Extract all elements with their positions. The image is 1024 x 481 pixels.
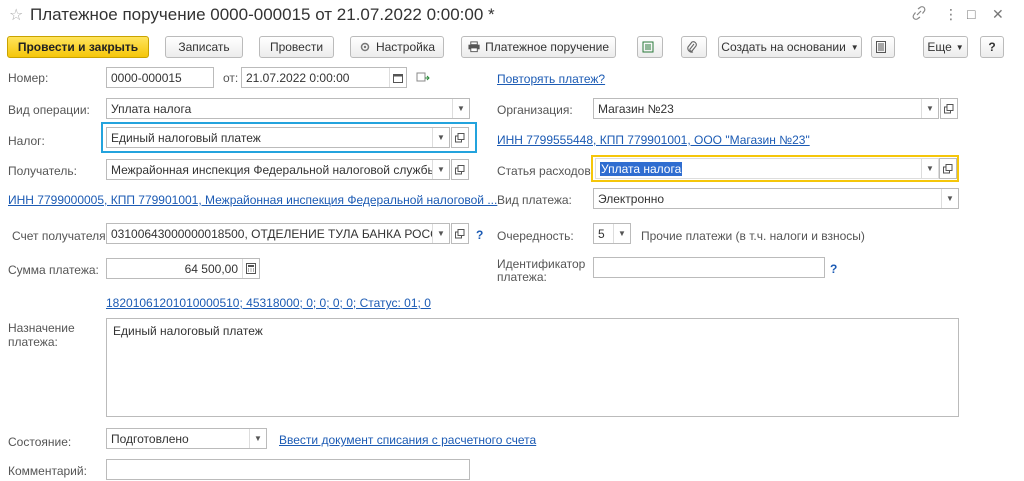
date-value: 21.07.2022 0:00:00 (246, 70, 350, 85)
recipient-value: Межрайонная инспекция Федеральной налого… (111, 162, 432, 177)
close-icon[interactable]: ✕ (992, 6, 1004, 23)
payment-type-select[interactable]: Электронно ▼ (593, 188, 959, 209)
help-button[interactable]: ? (980, 36, 1004, 58)
open-recipient-icon[interactable] (451, 159, 469, 180)
post-button[interactable]: Провести (259, 36, 334, 58)
repeat-payment-link[interactable]: Повторять платеж? (497, 72, 605, 86)
chevron-down-icon[interactable]: ▼ (452, 99, 469, 118)
recipient-account-value: 03100643000000018500, ОТДЕЛЕНИЕ ТУЛА БАН… (111, 226, 432, 241)
chevron-down-icon[interactable]: ▼ (432, 224, 449, 243)
organization-inn-link[interactable]: ИНН 7799555448, КПП 779901001, ООО "Мага… (497, 133, 810, 147)
chevron-down-icon[interactable]: ▼ (432, 128, 449, 147)
structure-icon (642, 41, 653, 53)
gear-icon (360, 42, 370, 52)
settings-label: Настройка (375, 40, 436, 54)
recipient-label: Получатель: (8, 164, 77, 178)
structure-button[interactable] (637, 36, 663, 58)
kbk-details-link[interactable]: 18201061201010000510; 45318000; 0; 0; 0;… (106, 296, 431, 310)
calculator-icon[interactable] (242, 259, 259, 278)
post-and-close-button[interactable]: Провести и закрыть (7, 36, 149, 58)
expense-item-value: Уплата налога (600, 161, 683, 176)
more-vertical-icon[interactable]: ⋮ (944, 6, 958, 23)
priority-label: Очередность: (497, 229, 574, 243)
recipient-account-select[interactable]: 03100643000000018500, ОТДЕЛЕНИЕ ТУЛА БАН… (106, 223, 450, 244)
chevron-down-icon[interactable]: ▼ (921, 99, 938, 118)
open-tax-icon[interactable] (451, 127, 469, 148)
date-field[interactable]: 21.07.2022 0:00:00 (241, 67, 407, 88)
expense-item-select[interactable]: Уплата налога ▼ (595, 158, 939, 179)
more-label: Еще (927, 40, 952, 54)
tax-select[interactable]: Единый налоговый платеж ▼ (106, 127, 450, 148)
settings-button[interactable]: Настройка (350, 36, 444, 58)
chevron-down-icon[interactable]: ▼ (941, 189, 958, 208)
organization-select[interactable]: Магазин №23 ▼ (593, 98, 939, 119)
attach-button[interactable] (681, 36, 707, 58)
priority-select[interactable]: 5 ▼ (593, 223, 631, 244)
recipient-inn-link[interactable]: ИНН 7799000005, КПП 779901001, Межрайонн… (8, 193, 497, 207)
number-label: Номер: (8, 71, 49, 85)
priority-description: Прочие платежи (в т.ч. налоги и взносы) (641, 229, 865, 243)
link-icon[interactable] (912, 6, 926, 23)
purpose-textarea[interactable]: Единый налоговый платеж (106, 318, 959, 417)
identifier-input[interactable] (593, 257, 825, 278)
tax-label: Налог: (8, 134, 45, 148)
payment-type-value: Электронно (598, 191, 665, 206)
operation-type-select[interactable]: Уплата налога ▼ (106, 98, 470, 119)
open-account-icon[interactable] (451, 223, 469, 244)
chevron-down-icon[interactable]: ▼ (432, 160, 449, 179)
payment-order-print-button[interactable]: Платежное поручение (461, 36, 616, 58)
identifier-label-line2: платежа: (497, 270, 547, 284)
identifier-label: Идентификатор платежа: (497, 258, 585, 284)
calendar-icon[interactable] (389, 68, 406, 87)
payment-type-label: Вид платежа: (497, 193, 572, 207)
purpose-label-line2: платежа: (8, 335, 58, 349)
maximize-icon[interactable]: □ (967, 6, 975, 22)
enter-writeoff-link[interactable]: Ввести документ списания с расчетного сч… (279, 433, 536, 447)
more-button[interactable]: Еще ▼ (923, 36, 968, 58)
chevron-down-icon: ▼ (955, 42, 964, 52)
open-expense-item-icon[interactable] (939, 158, 957, 179)
expense-item-label: Статья расходов: (497, 164, 595, 178)
chevron-down-icon[interactable]: ▼ (921, 159, 938, 178)
payment-order-label: Платежное поручение (485, 40, 609, 54)
tax-value: Единый налоговый платеж (111, 130, 261, 145)
identifier-help-icon[interactable]: ? (830, 262, 837, 276)
paperclip-icon (686, 40, 697, 53)
status-label: Состояние: (8, 435, 72, 449)
status-value: Подготовлено (111, 431, 189, 446)
amount-value: 64 500,00 (184, 261, 238, 276)
number-value: 0000-000015 (111, 70, 182, 85)
organization-label: Организация: (497, 103, 573, 117)
save-button[interactable]: Записать (165, 36, 243, 58)
organization-value: Магазин №23 (598, 101, 674, 116)
create-based-on-label: Создать на основании (721, 40, 846, 54)
status-select[interactable]: Подготовлено ▼ (106, 428, 267, 449)
recipient-account-label: Счет получателя: (12, 229, 109, 243)
purpose-label-line1: Назначение (8, 321, 75, 335)
date-label: от: (223, 71, 239, 85)
window-title: Платежное поручение 0000-000015 от 21.07… (30, 5, 495, 24)
recipient-select[interactable]: Межрайонная инспекция Федеральной налого… (106, 159, 450, 180)
purpose-label: Назначение платежа: (8, 321, 75, 349)
chevron-down-icon: ▼ (850, 42, 859, 52)
list-button[interactable] (871, 36, 895, 58)
favorite-star-icon[interactable]: ☆ (9, 5, 23, 25)
chevron-down-icon[interactable]: ▼ (613, 224, 630, 243)
printer-icon (468, 41, 480, 53)
chevron-down-icon[interactable]: ▼ (249, 429, 266, 448)
account-help-icon[interactable]: ? (476, 228, 483, 242)
operation-type-value: Уплата налога (111, 101, 192, 116)
amount-label: Сумма платежа: (8, 263, 99, 277)
amount-field[interactable]: 64 500,00 (106, 258, 260, 279)
create-based-on-button[interactable]: Создать на основании ▼ (718, 36, 862, 58)
list-icon (875, 41, 886, 53)
open-organization-icon[interactable] (940, 98, 958, 119)
comment-label: Комментарий: (8, 464, 87, 478)
operation-type-label: Вид операции: (8, 103, 90, 117)
comment-input[interactable] (106, 459, 470, 480)
number-field[interactable]: 0000-000015 (106, 67, 214, 88)
priority-value: 5 (598, 226, 605, 241)
document-arrow-icon[interactable] (416, 71, 430, 86)
